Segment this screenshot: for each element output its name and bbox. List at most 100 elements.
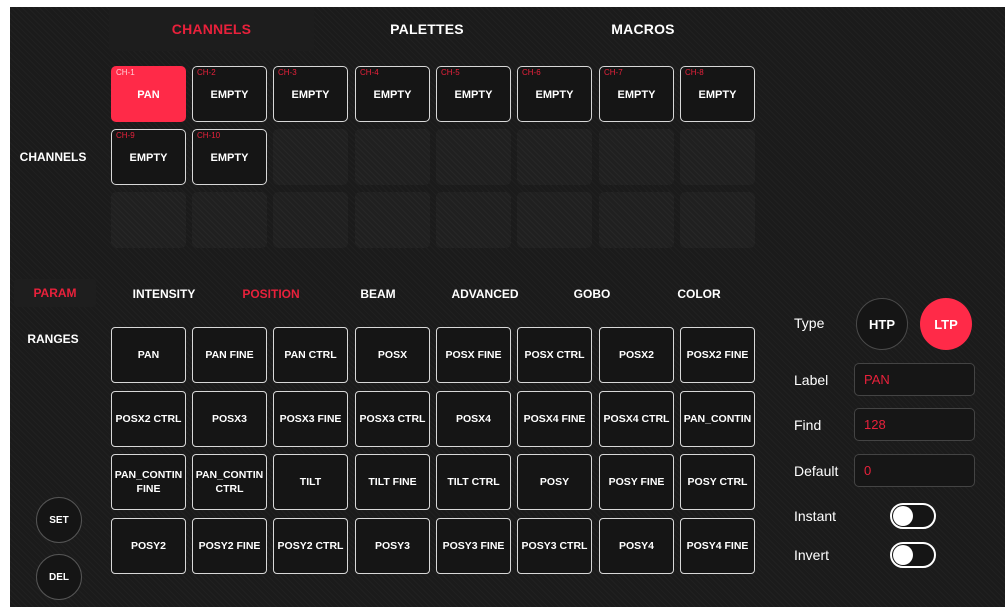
parameter-button[interactable]: POSX2 CTRL xyxy=(111,391,186,447)
category-tab-intensity[interactable]: INTENSITY xyxy=(119,287,209,301)
parameter-button[interactable]: POSY3 CTRL xyxy=(517,518,592,574)
empty-channel-slot[interactable] xyxy=(273,129,348,185)
channel-id: CH-6 xyxy=(522,68,541,77)
channel-name: EMPTY xyxy=(698,89,737,101)
invert-label: Invert xyxy=(794,547,830,563)
tab-macros[interactable]: MACROS xyxy=(538,7,748,51)
channel-tile[interactable]: CH-8 EMPTY xyxy=(680,66,755,122)
channel-tile[interactable]: CH-4 EMPTY xyxy=(355,66,430,122)
empty-channel-slot[interactable] xyxy=(517,192,592,248)
parameter-button[interactable]: POSY2 xyxy=(111,518,186,574)
delete-button[interactable]: DEL xyxy=(36,554,82,600)
channel-id: CH-4 xyxy=(360,68,379,77)
channel-id: CH-5 xyxy=(441,68,460,77)
parameter-button[interactable]: POSY3 FINE xyxy=(436,518,511,574)
empty-channel-slot[interactable] xyxy=(355,129,430,185)
parameter-button[interactable]: POSX2 xyxy=(599,327,674,383)
channel-tile[interactable]: CH-7 EMPTY xyxy=(599,66,674,122)
channel-tile[interactable]: CH-5 EMPTY xyxy=(436,66,511,122)
parameter-button[interactable]: PAN FINE xyxy=(192,327,267,383)
channel-tile[interactable]: CH-1 PAN xyxy=(111,66,186,122)
category-tab-gobo[interactable]: GOBO xyxy=(547,287,637,301)
empty-channel-slot[interactable] xyxy=(273,192,348,248)
channel-name: EMPTY xyxy=(129,152,168,164)
category-tab-beam[interactable]: BEAM xyxy=(333,287,423,301)
tab-palettes[interactable]: PALETTES xyxy=(322,7,532,51)
channel-name: EMPTY xyxy=(291,89,330,101)
parameter-button[interactable]: POSX FINE xyxy=(436,327,511,383)
parameter-button[interactable]: POSY3 xyxy=(355,518,430,574)
parameter-button[interactable]: POSY4 FINE xyxy=(680,518,755,574)
parameter-button[interactable]: POSX3 xyxy=(192,391,267,447)
empty-channel-slot[interactable] xyxy=(599,192,674,248)
set-button[interactable]: SET xyxy=(36,497,82,543)
channel-tile[interactable]: CH-9 EMPTY xyxy=(111,129,186,185)
tab-channels[interactable]: CHANNELS xyxy=(109,7,314,51)
channel-id: CH-7 xyxy=(604,68,623,77)
channel-tile[interactable]: CH-6 EMPTY xyxy=(517,66,592,122)
channel-name: EMPTY xyxy=(535,89,574,101)
parameter-button[interactable]: PAN_CONTIN xyxy=(680,391,755,447)
category-tab-color[interactable]: COLOR xyxy=(654,287,744,301)
parameter-button[interactable]: PAN CTRL xyxy=(273,327,348,383)
parameter-button[interactable]: TILT FINE xyxy=(355,454,430,510)
parameter-button[interactable]: PAN xyxy=(111,327,186,383)
invert-toggle[interactable] xyxy=(890,542,936,568)
empty-channel-slot[interactable] xyxy=(599,129,674,185)
parameter-button[interactable]: PAN_CONTIN FINE xyxy=(111,454,186,510)
toggle-knob xyxy=(893,506,913,526)
empty-channel-slot[interactable] xyxy=(680,192,755,248)
htp-button[interactable]: HTP xyxy=(856,298,908,350)
instant-toggle[interactable] xyxy=(890,503,936,529)
channel-name: EMPTY xyxy=(210,152,249,164)
empty-channel-slot[interactable] xyxy=(436,129,511,185)
parameter-button[interactable]: POSX4 CTRL xyxy=(599,391,674,447)
channel-id: CH-2 xyxy=(197,68,216,77)
instant-label: Instant xyxy=(794,508,837,524)
parameter-button[interactable]: POSY2 CTRL xyxy=(273,518,348,574)
channel-tile[interactable]: CH-3 EMPTY xyxy=(273,66,348,122)
default-field[interactable]: 0 xyxy=(854,454,975,487)
find-field-label: Find xyxy=(794,417,822,433)
empty-channel-slot[interactable] xyxy=(436,192,511,248)
parameter-button[interactable]: TILT CTRL xyxy=(436,454,511,510)
empty-channel-slot[interactable] xyxy=(192,192,267,248)
parameter-button[interactable]: TILT xyxy=(273,454,348,510)
parameter-button[interactable]: POSX xyxy=(355,327,430,383)
ranges-tab[interactable]: RANGES xyxy=(10,332,96,346)
empty-channel-slot[interactable] xyxy=(111,192,186,248)
parameter-button[interactable]: POSX4 xyxy=(436,391,511,447)
channel-id: CH-8 xyxy=(685,68,704,77)
param-tab[interactable]: PARAM xyxy=(14,279,96,307)
channel-id: CH-3 xyxy=(278,68,297,77)
channel-id: CH-9 xyxy=(116,131,135,140)
default-field-label: Default xyxy=(794,463,839,479)
label-field[interactable]: PAN xyxy=(854,363,975,396)
channel-name: EMPTY xyxy=(210,89,249,101)
channel-id: CH-10 xyxy=(197,131,221,140)
find-field[interactable]: 128 xyxy=(854,408,975,441)
channel-tile[interactable]: CH-2 EMPTY xyxy=(192,66,267,122)
channel-name: EMPTY xyxy=(373,89,412,101)
parameter-button[interactable]: POSX4 FINE xyxy=(517,391,592,447)
empty-channel-slot[interactable] xyxy=(517,129,592,185)
empty-channel-slot[interactable] xyxy=(680,129,755,185)
parameter-button[interactable]: PAN_CONTIN CTRL xyxy=(192,454,267,510)
empty-channel-slot[interactable] xyxy=(355,192,430,248)
category-tab-advanced[interactable]: ADVANCED xyxy=(440,287,530,301)
parameter-button[interactable]: POSX CTRL xyxy=(517,327,592,383)
parameter-button[interactable]: POSY4 xyxy=(599,518,674,574)
channel-name: EMPTY xyxy=(617,89,656,101)
toggle-knob xyxy=(893,545,913,565)
type-label: Type xyxy=(794,315,825,331)
parameter-button[interactable]: POSX3 CTRL xyxy=(355,391,430,447)
parameter-button[interactable]: POSX2 FINE xyxy=(680,327,755,383)
parameter-button[interactable]: POSY2 FINE xyxy=(192,518,267,574)
ltp-button[interactable]: LTP xyxy=(920,298,972,350)
category-tab-position[interactable]: POSITION xyxy=(226,287,316,301)
channel-tile[interactable]: CH-10 EMPTY xyxy=(192,129,267,185)
parameter-button[interactable]: POSX3 FINE xyxy=(273,391,348,447)
parameter-button[interactable]: POSY FINE xyxy=(599,454,674,510)
parameter-button[interactable]: POSY xyxy=(517,454,592,510)
parameter-button[interactable]: POSY CTRL xyxy=(680,454,755,510)
